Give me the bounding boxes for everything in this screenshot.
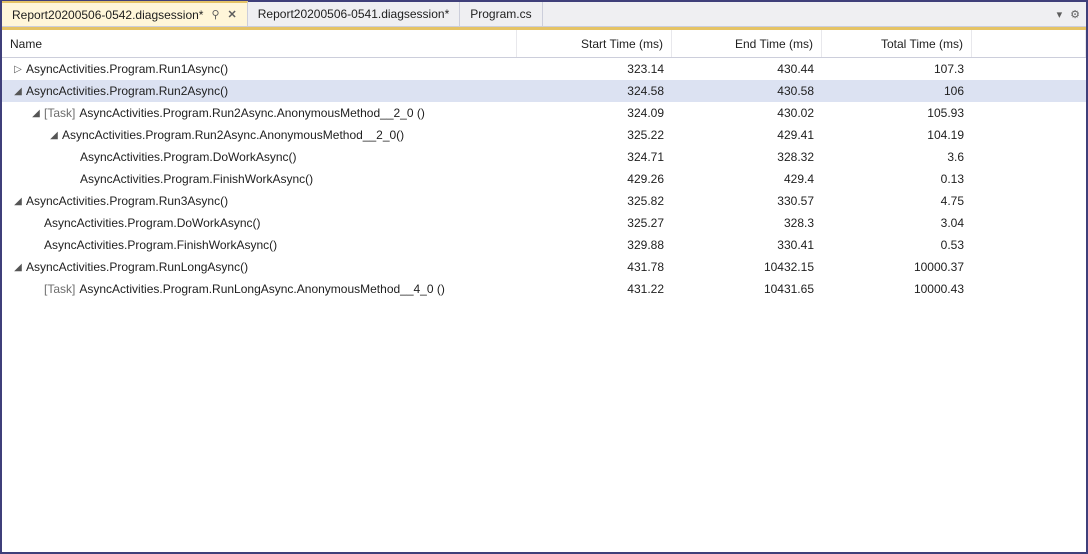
close-icon[interactable]: ✕: [228, 8, 237, 21]
table-row[interactable]: AsyncActivities.Program.DoWorkAsync() 325…: [2, 212, 1086, 234]
tab-bar: Report20200506-0542.diagsession* ⚲ ✕ Rep…: [2, 2, 1086, 27]
cell-end: 328.3: [672, 216, 822, 230]
row-name: AsyncActivities.Program.RunLongAsync.Ano…: [79, 282, 445, 296]
column-header-name[interactable]: Name: [2, 30, 517, 57]
expand-icon[interactable]: ◢: [12, 262, 24, 273]
cell-end: 10431.65: [672, 282, 822, 296]
collapse-icon[interactable]: ▷: [12, 64, 24, 75]
table-row[interactable]: AsyncActivities.Program.FinishWorkAsync(…: [2, 168, 1086, 190]
cell-start: 323.14: [517, 62, 672, 76]
tab-program-cs[interactable]: Program.cs: [460, 2, 542, 26]
pin-icon[interactable]: ⚲: [211, 8, 219, 21]
expand-icon[interactable]: ◢: [48, 130, 60, 141]
row-name: AsyncActivities.Program.Run2Async.Anonym…: [62, 128, 404, 142]
gear-icon[interactable]: ⚙: [1070, 8, 1080, 21]
cell-total: 0.13: [822, 172, 972, 186]
name-cell: ◢AsyncActivities.Program.RunLongAsync(): [2, 260, 517, 274]
table-row[interactable]: ◢AsyncActivities.Program.Run3Async()325.…: [2, 190, 1086, 212]
cell-start: 431.22: [517, 282, 672, 296]
cell-end: 429.41: [672, 128, 822, 142]
tab-label: Program.cs: [470, 7, 531, 21]
cell-total: 0.53: [822, 238, 972, 252]
row-name: AsyncActivities.Program.RunLongAsync(): [26, 260, 248, 274]
name-cell: ◢[Task] AsyncActivities.Program.Run2Async…: [2, 106, 517, 120]
name-cell: ◢AsyncActivities.Program.Run3Async(): [2, 194, 517, 208]
row-name: AsyncActivities.Program.Run2Async(): [26, 84, 228, 98]
cell-total: 3.6: [822, 150, 972, 164]
name-cell: ▷AsyncActivities.Program.Run1Async(): [2, 62, 517, 76]
cell-total: 107.3: [822, 62, 972, 76]
row-name: AsyncActivities.Program.Run3Async(): [26, 194, 228, 208]
name-cell: [Task] AsyncActivities.Program.RunLongAsy…: [2, 282, 517, 296]
column-header-row: Name Start Time (ms) End Time (ms) Total…: [2, 30, 1086, 58]
table-row[interactable]: ◢[Task] AsyncActivities.Program.Run2Async…: [2, 102, 1086, 124]
name-cell: AsyncActivities.Program.FinishWorkAsync(…: [2, 172, 517, 186]
table-row[interactable]: ◢AsyncActivities.Program.Run2Async()324.…: [2, 80, 1086, 102]
cell-start: 429.26: [517, 172, 672, 186]
column-header-end[interactable]: End Time (ms): [672, 30, 822, 57]
cell-start: 325.27: [517, 216, 672, 230]
row-name: AsyncActivities.Program.DoWorkAsync(): [44, 216, 261, 230]
cell-start: 325.22: [517, 128, 672, 142]
row-name: AsyncActivities.Program.FinishWorkAsync(…: [44, 238, 277, 252]
table-row[interactable]: ▷AsyncActivities.Program.Run1Async()323.…: [2, 58, 1086, 80]
cell-end: 430.44: [672, 62, 822, 76]
expand-icon[interactable]: ◢: [12, 86, 24, 97]
cell-total: 3.04: [822, 216, 972, 230]
table-row[interactable]: AsyncActivities.Program.DoWorkAsync() 324…: [2, 146, 1086, 168]
results-grid: Name Start Time (ms) End Time (ms) Total…: [2, 30, 1086, 552]
name-cell: AsyncActivities.Program.DoWorkAsync(): [2, 216, 517, 230]
dropdown-icon[interactable]: ▾: [1057, 8, 1063, 21]
cell-total: 105.93: [822, 106, 972, 120]
cell-start: 324.71: [517, 150, 672, 164]
cell-total: 10000.43: [822, 282, 972, 296]
table-row[interactable]: ◢AsyncActivities.Program.Run2Async.Anony…: [2, 124, 1086, 146]
table-row[interactable]: [Task] AsyncActivities.Program.RunLongAsy…: [2, 278, 1086, 300]
cell-end: 429.4: [672, 172, 822, 186]
cell-start: 324.09: [517, 106, 672, 120]
name-cell: ◢AsyncActivities.Program.Run2Async.Anony…: [2, 128, 517, 142]
cell-end: 328.32: [672, 150, 822, 164]
name-cell: ◢AsyncActivities.Program.Run2Async(): [2, 84, 517, 98]
cell-total: 106: [822, 84, 972, 98]
table-row[interactable]: ◢AsyncActivities.Program.RunLongAsync()4…: [2, 256, 1086, 278]
tab-label: Report20200506-0541.diagsession*: [258, 7, 449, 21]
cell-start: 324.58: [517, 84, 672, 98]
cell-end: 10432.15: [672, 260, 822, 274]
cell-start: 431.78: [517, 260, 672, 274]
name-cell: AsyncActivities.Program.FinishWorkAsync(…: [2, 238, 517, 252]
rows-container: ▷AsyncActivities.Program.Run1Async()323.…: [2, 58, 1086, 300]
tab-report-0542[interactable]: Report20200506-0542.diagsession* ⚲ ✕: [2, 1, 248, 26]
cell-start: 325.82: [517, 194, 672, 208]
cell-end: 430.58: [672, 84, 822, 98]
cell-total: 104.19: [822, 128, 972, 142]
row-name: AsyncActivities.Program.FinishWorkAsync(…: [80, 172, 313, 186]
cell-total: 4.75: [822, 194, 972, 208]
row-name: AsyncActivities.Program.Run2Async.Anonym…: [79, 106, 425, 120]
column-header-spacer: [972, 30, 1086, 57]
cell-start: 329.88: [517, 238, 672, 252]
cell-end: 330.41: [672, 238, 822, 252]
row-name: AsyncActivities.Program.Run1Async(): [26, 62, 228, 76]
name-cell: AsyncActivities.Program.DoWorkAsync(): [2, 150, 517, 164]
task-prefix: [Task]: [44, 106, 75, 120]
expand-icon[interactable]: ◢: [12, 196, 24, 207]
column-header-start[interactable]: Start Time (ms): [517, 30, 672, 57]
row-name: AsyncActivities.Program.DoWorkAsync(): [80, 150, 297, 164]
expand-icon[interactable]: ◢: [30, 108, 42, 119]
table-row[interactable]: AsyncActivities.Program.FinishWorkAsync(…: [2, 234, 1086, 256]
task-prefix: [Task]: [44, 282, 75, 296]
cell-end: 430.02: [672, 106, 822, 120]
tab-label: Report20200506-0542.diagsession*: [12, 8, 203, 22]
cell-end: 330.57: [672, 194, 822, 208]
tab-bar-right-controls: ▾ ⚙: [1051, 2, 1086, 26]
cell-total: 10000.37: [822, 260, 972, 274]
tab-report-0541[interactable]: Report20200506-0541.diagsession*: [248, 2, 460, 26]
column-header-total[interactable]: Total Time (ms): [822, 30, 972, 57]
